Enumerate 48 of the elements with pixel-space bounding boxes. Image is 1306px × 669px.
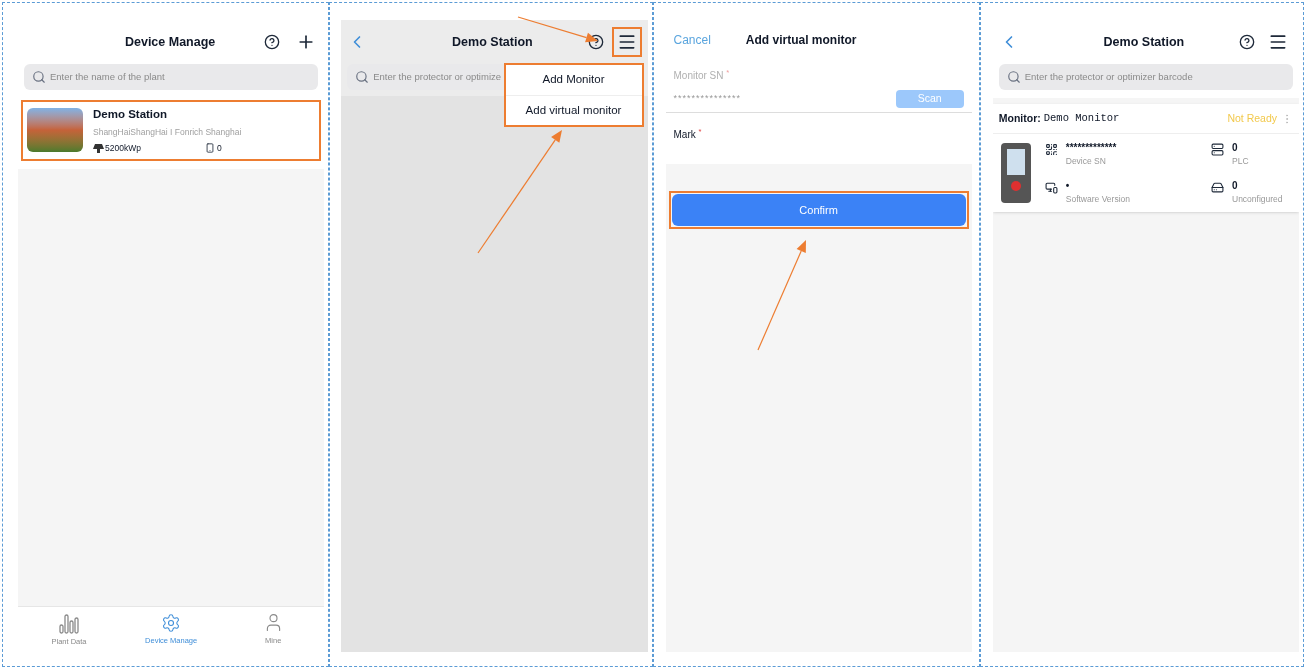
solar-panel-icon (93, 143, 104, 153)
screen-title: Demo Station (1102, 33, 1186, 51)
settings-icon (161, 612, 182, 633)
search-field[interactable]: Enter the protector or optimizer barcode (998, 64, 1293, 90)
search-icon (1006, 70, 1021, 84)
field-label: Mark $^{*}$ (673, 129, 702, 140)
search-field[interactable]: Enter the name of the plant (24, 64, 319, 90)
stat-label: Unconfigured (1232, 192, 1283, 206)
sn-value: ************* (1065, 141, 1117, 155)
screen-title: Device Manage (123, 33, 217, 51)
search-input[interactable]: Enter the name of the plant (50, 69, 311, 85)
plant-name: Demo Station (93, 107, 169, 122)
device-drawing (1000, 142, 1031, 203)
confirm-button[interactable]: Confirm (671, 194, 966, 226)
search-input[interactable]: Enter the protector or optimizer barcode (1024, 69, 1285, 85)
monitor-status: Not Ready (1227, 110, 1277, 126)
stat-label: PLC (1232, 155, 1249, 168)
menu-icon (1268, 32, 1288, 52)
bar-chart-icon (59, 611, 80, 634)
device-count: 0 (217, 142, 222, 155)
plant-address: ShangHaiShangHai I Fonrich Shanghai (93, 126, 243, 139)
cancel-link[interactable]: Cancel (673, 31, 711, 49)
plc-count: 0 (1232, 141, 1239, 155)
devices-icon (1044, 180, 1058, 194)
drive-icon (1211, 180, 1224, 194)
menu-item[interactable]: Add virtual monitor (505, 95, 642, 125)
menu-button[interactable] (611, 27, 642, 57)
monitor-label: Monitor: (998, 110, 1041, 126)
monitor-name: Demo Monitor (1043, 110, 1120, 126)
version-value: • (1065, 178, 1071, 193)
qr-code-icon (1044, 143, 1058, 156)
plant-card[interactable]: Demo Station ShangHaiShangHai I Fonrich Shanghai 5200kWp 0 (21, 100, 322, 161)
search-icon (355, 70, 370, 84)
screen-title: Add virtual monitor (745, 32, 857, 49)
field-label: Monitor SN $^{*}$ (673, 70, 730, 81)
help-icon[interactable] (1239, 34, 1255, 50)
stat-label: Device SN (1065, 155, 1107, 168)
photo-placeholder (27, 108, 83, 153)
search-icon (32, 70, 46, 84)
monitor-sn-field[interactable]: *************** (673, 92, 896, 106)
stat-label: Software Version (1065, 192, 1130, 206)
plant-capacity: 5200kWp (105, 142, 142, 155)
phone-icon (205, 143, 215, 154)
screen-title: Demo Station (451, 33, 534, 51)
unconfigured-count: 0 (1232, 178, 1239, 193)
server-icon (1211, 143, 1224, 156)
help-icon[interactable] (587, 34, 604, 50)
help-icon[interactable] (264, 34, 281, 50)
